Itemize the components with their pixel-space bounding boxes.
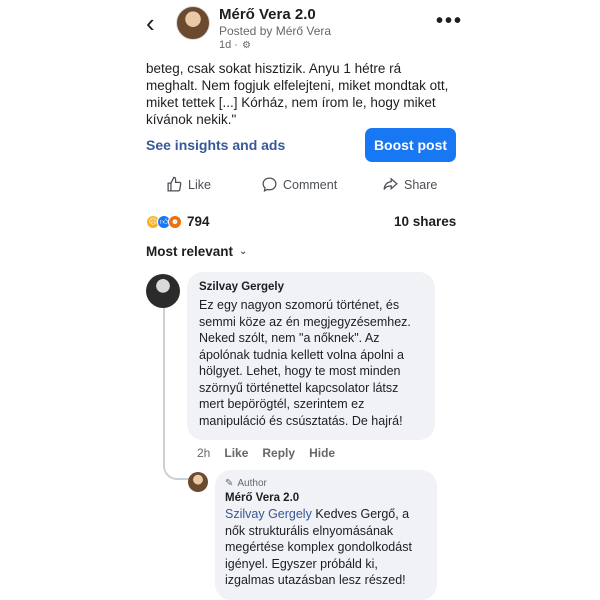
comment-sort-dropdown[interactable]: Most relevant ⌄ bbox=[146, 244, 247, 259]
sort-label: Most relevant bbox=[146, 244, 234, 259]
share-label: Share bbox=[404, 177, 438, 192]
reply-bubble: ✎ Author Mérő Vera 2.0 Szilvay Gergely K… bbox=[215, 470, 437, 600]
commenter-avatar[interactable] bbox=[146, 274, 180, 308]
post-timestamp: 1d · ⚙ bbox=[219, 39, 251, 51]
like-label: Like bbox=[188, 177, 211, 192]
avatar[interactable] bbox=[176, 6, 210, 40]
author-badge: ✎ Author bbox=[225, 478, 427, 489]
thumbs-up-icon bbox=[167, 176, 182, 192]
comment-actions: 2h Like Reply Hide bbox=[197, 446, 335, 460]
post-action-bar: Like Comment Share bbox=[146, 176, 456, 198]
time-label: 1d · bbox=[219, 39, 238, 51]
post-body-text: beteg, csak sokat hisztizik. Anyu 1 hétr… bbox=[146, 61, 449, 127]
like-button[interactable]: Like bbox=[166, 176, 211, 193]
chevron-down-icon: ⌄ bbox=[239, 246, 248, 257]
comment-label: Comment bbox=[283, 177, 338, 192]
commenter-name[interactable]: Szilvay Gergely bbox=[199, 281, 423, 293]
angry-reaction-icon: ☻ bbox=[168, 214, 182, 229]
reaction-count: 794 bbox=[187, 214, 210, 229]
comment-reply-button[interactable]: Reply bbox=[262, 446, 295, 460]
chevron-left-icon[interactable]: ‹ bbox=[146, 10, 155, 36]
mention-link[interactable]: Szilvay Gergely bbox=[225, 507, 312, 521]
comment-hide-button[interactable]: Hide bbox=[309, 446, 335, 460]
reply-author-avatar[interactable] bbox=[188, 472, 208, 492]
pencil-icon: ✎ bbox=[225, 478, 234, 489]
comment-bubble: Szilvay Gergely Ez egy nagyon szomorú tö… bbox=[187, 272, 435, 440]
share-arrow-icon bbox=[383, 177, 398, 191]
post-header: ‹ Mérő Vera 2.0 Posted by Mérő Vera 1d ·… bbox=[0, 0, 600, 58]
posted-by: Posted by Mérő Vera bbox=[219, 24, 332, 38]
share-count[interactable]: 10 shares bbox=[394, 214, 456, 229]
more-dots-icon[interactable]: ••• bbox=[436, 10, 463, 33]
comment-like-button[interactable]: Like bbox=[224, 446, 248, 460]
reply-author-name[interactable]: Mérő Vera 2.0 bbox=[225, 492, 427, 504]
reaction-summary[interactable]: ☹ 👍︎ ☻ 794 bbox=[146, 214, 210, 229]
gear-icon: ⚙ bbox=[241, 39, 251, 51]
comment-bubble-icon bbox=[262, 177, 277, 193]
boost-post-button[interactable]: Boost post bbox=[365, 128, 456, 162]
reply-text: Szilvay Gergely Kedves Gergő, a nők stru… bbox=[225, 506, 427, 589]
share-button[interactable]: Share bbox=[382, 176, 437, 193]
see-insights-link[interactable]: See insights and ads bbox=[146, 137, 285, 153]
page-name[interactable]: Mérő Vera 2.0 bbox=[219, 6, 316, 23]
comment-button[interactable]: Comment bbox=[261, 176, 337, 193]
author-badge-label: Author bbox=[237, 478, 267, 489]
comment-text: Ez egy nagyon szomorú történet, és semmi… bbox=[199, 298, 411, 428]
comment-timestamp: 2h bbox=[197, 446, 211, 460]
